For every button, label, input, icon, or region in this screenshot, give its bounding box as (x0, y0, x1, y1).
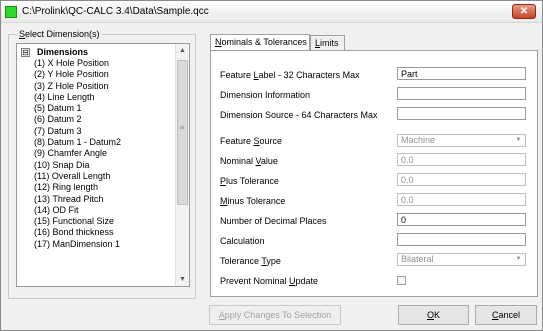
tree-node-dimensions[interactable]: ⊟ Dimensions (17, 46, 175, 58)
tolerance-type-select[interactable]: Bilateral ▼ (397, 253, 526, 266)
dropdown-arrow-icon[interactable]: ▼ (512, 254, 525, 265)
scroll-thumb[interactable]: ≡ (177, 60, 188, 205)
window-title: C:\Prolink\QC-CALC 3.4\Data\Sample.qcc (22, 6, 209, 17)
list-item[interactable]: (13) Thread Pitch (17, 194, 175, 205)
dimensions-listbox[interactable]: ⊟ Dimensions (1) X Hole Position (2) Y Ho… (16, 43, 190, 287)
nominal-value-label: Nominal Value (220, 156, 278, 166)
list-item[interactable]: (12) Ring length (17, 182, 175, 193)
list-item[interactable]: (3) Z Hole Position (17, 81, 175, 92)
list-item[interactable]: (9) Chamfer Angle (17, 148, 175, 159)
app-icon (5, 6, 17, 18)
list-item[interactable]: (10) Snap Dia (17, 160, 175, 171)
calculation-label: Calculation (220, 236, 265, 246)
select-dimensions-group: Select Dimension(s) ⊟ Dimensions (1) X H… (8, 29, 196, 299)
feature-label-input[interactable] (397, 67, 526, 80)
vertical-scrollbar[interactable]: ▲ ≡ ▼ (175, 44, 189, 286)
dimensions-tree: ⊟ Dimensions (1) X Hole Position (2) Y Ho… (17, 46, 175, 250)
list-item[interactable]: (14) OD Fit (17, 205, 175, 216)
collapse-icon[interactable]: ⊟ (21, 48, 30, 57)
list-item[interactable]: (11) Overall Length (17, 171, 175, 182)
ok-button[interactable]: OK (398, 305, 469, 325)
tab-limits[interactable]: Limits (310, 35, 345, 50)
title-bar[interactable]: C:\Prolink\QC-CALC 3.4\Data\Sample.qcc ✕ (1, 1, 542, 23)
list-item[interactable]: (2) Y Hole Position (17, 69, 175, 80)
tree-node-label: Dimensions (37, 47, 89, 57)
list-item[interactable]: (1) X Hole Position (17, 58, 175, 69)
nominals-tolerances-panel: Feature Label - 32 Characters Max Dimens… (210, 50, 538, 297)
tolerance-type-value: Bilateral (401, 254, 434, 264)
cancel-button[interactable]: Cancel (475, 305, 537, 325)
nominal-value-input[interactable] (397, 153, 526, 166)
tolerance-type-label: Tolerance Type (220, 256, 281, 266)
feature-source-label: Feature Source (220, 136, 283, 146)
calculation-input[interactable] (397, 233, 526, 246)
prevent-nominal-update-checkbox[interactable] (397, 276, 406, 285)
list-item[interactable]: (16) Bond thickness (17, 227, 175, 238)
dimension-information-input[interactable] (397, 87, 526, 100)
decimal-places-label: Number of Decimal Places (220, 216, 327, 226)
plus-tolerance-input[interactable] (397, 173, 526, 186)
tab-nominals-tolerances[interactable]: Nominals & Tolerances (210, 34, 310, 50)
list-item[interactable]: (4) Line Length (17, 92, 175, 103)
list-item[interactable]: (6) Datum 2 (17, 114, 175, 125)
select-dimensions-legend: Select Dimension(s) (17, 29, 102, 39)
feature-source-value: Machine (401, 135, 436, 145)
close-button[interactable]: ✕ (512, 4, 536, 19)
plus-tolerance-label: Plus Tolerance (220, 176, 279, 186)
grip-icon: ≡ (180, 125, 185, 132)
list-item[interactable]: (15) Functional Size (17, 216, 175, 227)
dimension-source-label: Dimension Source - 64 Characters Max (220, 110, 378, 120)
minus-tolerance-label: Minus Tolerance (220, 196, 286, 206)
dimension-source-input[interactable] (397, 107, 526, 120)
feature-source-select[interactable]: Machine ▼ (397, 134, 526, 147)
list-item[interactable]: (17) ManDimension 1 (17, 239, 175, 250)
feature-label-label: Feature Label - 32 Characters Max (220, 70, 360, 80)
minus-tolerance-input[interactable] (397, 193, 526, 206)
scroll-down-arrow-icon[interactable]: ▼ (176, 273, 189, 286)
list-item[interactable]: (7) Datum 3 (17, 126, 175, 137)
list-item[interactable]: (8) Datum 1 - Datum2 (17, 137, 175, 148)
dimension-information-label: Dimension Information (220, 90, 311, 100)
decimal-places-input[interactable] (397, 213, 526, 226)
prevent-nominal-update-label: Prevent Nominal Update (220, 276, 319, 286)
dropdown-arrow-icon[interactable]: ▼ (512, 135, 525, 146)
scroll-up-arrow-icon[interactable]: ▲ (176, 44, 189, 57)
list-item[interactable]: (5) Datum 1 (17, 103, 175, 114)
dimension-editor-window: C:\Prolink\QC-CALC 3.4\Data\Sample.qcc ✕… (0, 0, 543, 331)
apply-changes-button[interactable]: Apply Changes To Selection (209, 305, 341, 325)
